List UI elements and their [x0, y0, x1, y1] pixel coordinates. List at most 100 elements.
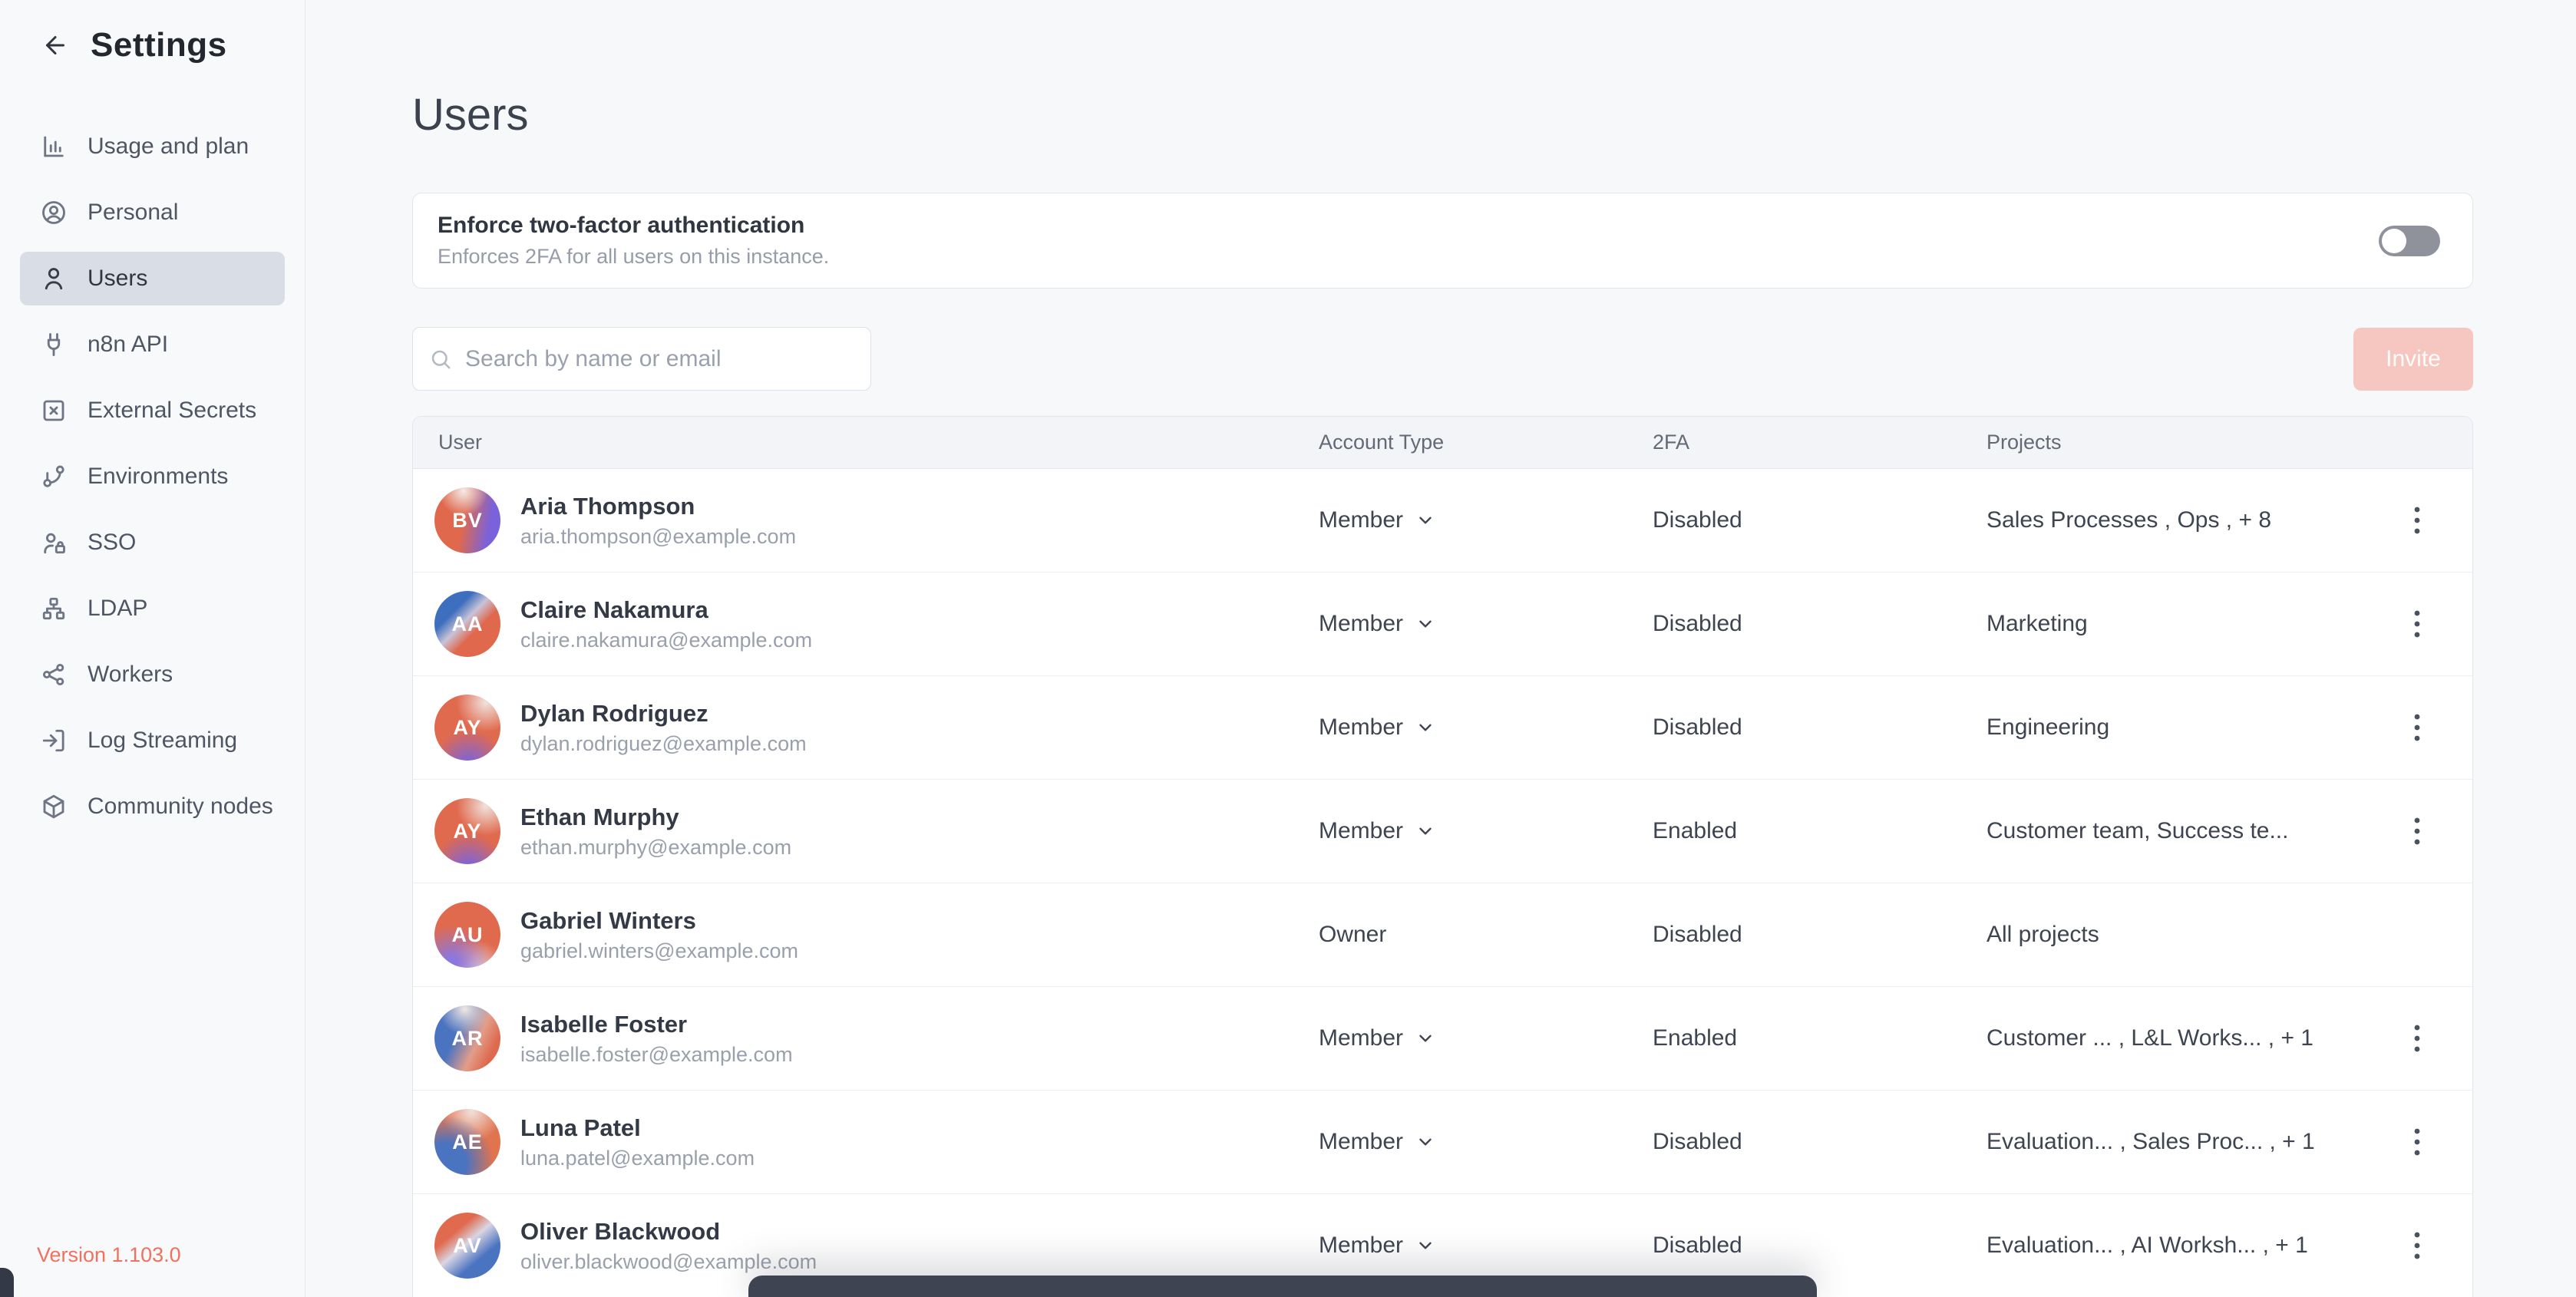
row-menu-button[interactable]	[2399, 1015, 2436, 1061]
projects-list: Marketing	[1986, 611, 2399, 637]
user-info: Aria Thompson aria.thompson@example.com	[520, 494, 796, 547]
account-type-value: Member	[1319, 611, 1403, 637]
sidebar-item-label: n8n API	[88, 332, 168, 358]
sidebar-item-ldap[interactable]: LDAP	[20, 582, 285, 635]
twofa-status: Disabled	[1653, 922, 1986, 948]
row-menu-button[interactable]	[2399, 1223, 2436, 1269]
row-menu-button[interactable]	[2399, 808, 2436, 854]
account-type-dropdown[interactable]: Member	[1319, 611, 1435, 637]
chevron-down-icon	[1415, 1236, 1435, 1256]
account-type-dropdown[interactable]: Member	[1319, 715, 1435, 741]
row-menu-button[interactable]	[2399, 497, 2436, 543]
user-name: Isabelle Foster	[520, 1012, 793, 1036]
account-type-dropdown[interactable]: Member	[1319, 1129, 1435, 1155]
version-label[interactable]: Version 1.103.0	[37, 1243, 181, 1267]
user-name: Claire Nakamura	[520, 598, 812, 622]
account-type-cell: Member	[1319, 1025, 1653, 1051]
user-email: ethan.murphy@example.com	[520, 837, 791, 858]
sidebar-item-label: External Secrets	[88, 398, 256, 424]
enforce-2fa-toggle[interactable]	[2379, 226, 2440, 256]
avatar: AA	[434, 591, 500, 657]
page-title: Users	[412, 0, 2473, 140]
back-button[interactable]	[40, 30, 71, 61]
kebab-menu-icon	[2413, 1023, 2421, 1054]
log-in-icon	[40, 727, 68, 754]
avatar-initials: BV	[452, 509, 483, 533]
user-icon	[40, 265, 68, 292]
sidebar-item-environments[interactable]: Environments	[20, 450, 285, 503]
actions-cell	[2399, 912, 2472, 958]
sidebar-item-log-streaming[interactable]: Log Streaming	[20, 714, 285, 767]
sidebar-item-label: Workers	[88, 662, 173, 688]
git-branch-icon	[40, 463, 68, 490]
user-email: dylan.rodriguez@example.com	[520, 734, 807, 754]
projects-list: All projects	[1986, 922, 2399, 948]
chevron-down-icon	[1415, 718, 1435, 738]
user-email: aria.thompson@example.com	[520, 526, 796, 547]
settings-title: Settings	[91, 26, 227, 64]
invite-button[interactable]: Invite	[2353, 328, 2473, 391]
sidebar-item-sso[interactable]: SSO	[20, 516, 285, 569]
account-type-cell: Member	[1319, 818, 1653, 844]
user-cell: AE Luna Patel luna.patel@example.com	[413, 1109, 1319, 1175]
toggle-knob	[2382, 229, 2406, 253]
kebab-menu-icon	[2413, 609, 2421, 639]
account-type-dropdown[interactable]: Member	[1319, 818, 1435, 844]
actions-cell	[2399, 1119, 2472, 1165]
table-row: AA Claire Nakamura claire.nakamura@examp…	[413, 572, 2472, 675]
twofa-status: Enabled	[1653, 1025, 1986, 1051]
user-cell: AV Oliver Blackwood oliver.blackwood@exa…	[413, 1213, 1319, 1279]
sidebar-header: Settings	[0, 0, 305, 64]
sidebar-item-workers[interactable]: Workers	[20, 648, 285, 701]
account-type-value: Member	[1319, 1025, 1403, 1051]
actions-cell	[2399, 808, 2472, 854]
account-type-dropdown[interactable]: Member	[1319, 1233, 1435, 1259]
avatar-initials: AA	[452, 612, 484, 636]
sidebar-item-label: Usage and plan	[88, 134, 249, 160]
projects-list: Engineering	[1986, 715, 2399, 741]
avatar-initials: AR	[452, 1027, 484, 1051]
user-email: oliver.blackwood@example.com	[520, 1252, 817, 1272]
row-menu-button[interactable]	[2399, 705, 2436, 751]
sidebar-item-n8n-api[interactable]: n8n API	[20, 318, 285, 371]
users-table: User Account Type 2FA Projects BV Aria T…	[412, 416, 2473, 1297]
avatar: AY	[434, 798, 500, 864]
account-type-cell: Member	[1319, 1129, 1653, 1155]
sidebar-item-usage-and-plan[interactable]: Usage and plan	[20, 120, 285, 173]
sidebar-item-community-nodes[interactable]: Community nodes	[20, 780, 285, 833]
hierarchy-icon	[40, 595, 68, 622]
account-type-dropdown[interactable]: Member	[1319, 1025, 1435, 1051]
sidebar-item-label: Community nodes	[88, 794, 273, 820]
chevron-down-icon	[1415, 1028, 1435, 1048]
arrow-left-icon	[41, 31, 69, 59]
column-header-2fa: 2FA	[1653, 431, 1986, 454]
row-menu-button[interactable]	[2399, 601, 2436, 647]
account-type-cell: Member	[1319, 1233, 1653, 1259]
projects-list: Evaluation... , AI Worksh... , + 1	[1986, 1233, 2399, 1259]
sidebar-item-label: Personal	[88, 200, 178, 226]
projects-list: Sales Processes , Ops , + 8	[1986, 507, 2399, 533]
table-row: AE Luna Patel luna.patel@example.com Mem…	[413, 1090, 2472, 1193]
user-name: Luna Patel	[520, 1116, 755, 1140]
sidebar-item-personal[interactable]: Personal	[20, 186, 285, 239]
projects-list: Customer ... , L&L Works... , + 1	[1986, 1025, 2399, 1051]
settings-screen: Settings Usage and plan Personal Users n8n …	[0, 0, 2576, 1297]
sidebar-item-external-secrets[interactable]: External Secrets	[20, 384, 285, 437]
row-menu-button[interactable]	[2399, 1119, 2436, 1165]
account-type-dropdown[interactable]: Member	[1319, 507, 1435, 533]
kebab-menu-icon	[2413, 712, 2421, 743]
chevron-down-icon	[1415, 1132, 1435, 1152]
account-type-value: Member	[1319, 1129, 1403, 1155]
search-input[interactable]	[412, 327, 871, 391]
sidebar-item-users[interactable]: Users	[20, 252, 285, 305]
kebab-menu-icon	[2413, 505, 2421, 536]
bottom-dock-bar	[748, 1276, 1817, 1297]
avatar: AU	[434, 902, 500, 968]
table-row: AR Isabelle Foster isabelle.foster@examp…	[413, 986, 2472, 1090]
table-header: User Account Type 2FA Projects	[413, 417, 2472, 469]
user-circle-icon	[40, 199, 68, 226]
actions-cell	[2399, 497, 2472, 543]
enforce-2fa-card: Enforce two-factor authentication Enforc…	[412, 193, 2473, 289]
sidebar-item-label: Log Streaming	[88, 728, 237, 754]
user-info: Luna Patel luna.patel@example.com	[520, 1116, 755, 1169]
